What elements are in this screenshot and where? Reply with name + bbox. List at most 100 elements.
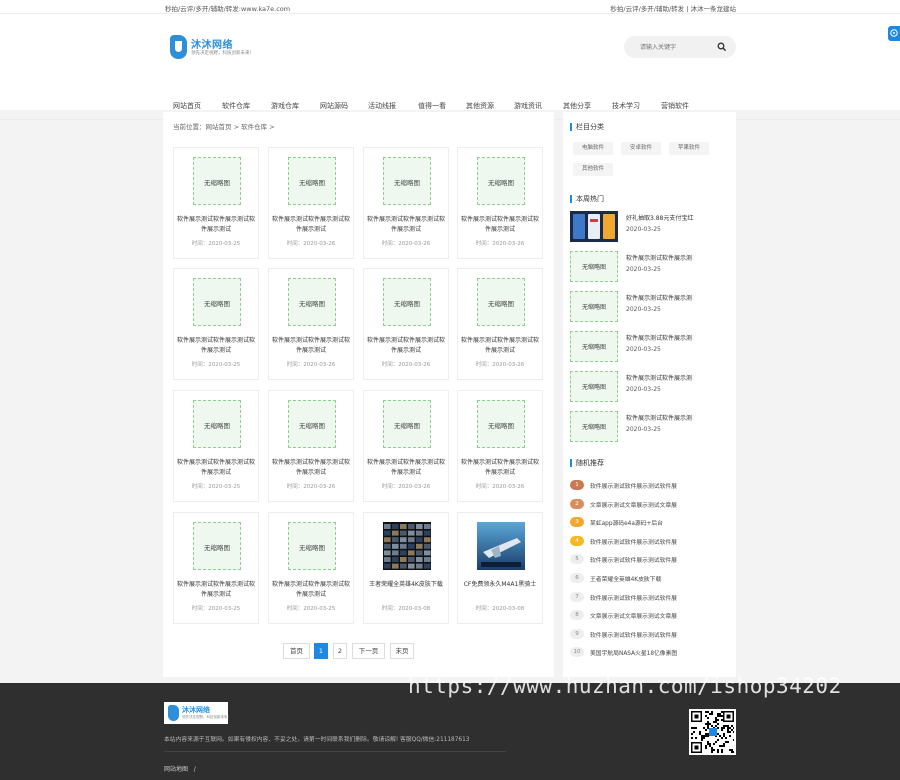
nav-item[interactable]: 活动线报 [368, 101, 396, 111]
no-thumbnail-placeholder[interactable]: 无缩略图 [477, 278, 525, 326]
card-title[interactable]: 软件展示测试软件展示测试软件展示测试 [272, 580, 350, 600]
software-card[interactable]: 无缩略图 软件展示测试软件展示测试软件展示测试 时间：2020-03-26 [363, 268, 449, 380]
software-card[interactable]: 无缩略图 软件展示测试软件展示测试软件展示测试 时间：2020-03-26 [268, 390, 354, 502]
page-2-button[interactable]: 2 [333, 643, 347, 659]
hot-item[interactable]: 无缩略图 软件展示测试软件展示测 2020-03-25 [570, 411, 730, 447]
random-item[interactable]: 5 软件展示测试软件展示测试软件展 [570, 554, 730, 568]
nav-item[interactable]: 其他分享 [563, 101, 591, 111]
random-item-title[interactable]: 某虹app源码e4a源码+后台 [590, 518, 663, 527]
random-item-title[interactable]: 软件展示测试软件展示测试软件展 [590, 630, 677, 639]
random-item-title[interactable]: 文章展示测试文章展示测试文章展 [590, 500, 677, 509]
no-thumbnail-placeholder[interactable]: 无缩略图 [193, 157, 241, 205]
random-item-title[interactable]: 王者荣耀全英雄4K皮肤下载 [590, 574, 661, 583]
breadcrumb-current[interactable]: 软件仓库 [241, 123, 267, 131]
hot-item[interactable]: 无缩略图 软件展示测试软件展示测 2020-03-25 [570, 371, 730, 407]
random-item[interactable]: 7 软件展示测试软件展示测试软件展 [570, 591, 730, 606]
no-thumbnail-placeholder[interactable]: 无缩略图 [193, 522, 241, 570]
software-card[interactable]: 无缩略图 软件展示测试软件展示测试软件展示测试 时间：2020-03-25 [173, 390, 259, 502]
no-thumbnail-placeholder[interactable]: 无缩略图 [288, 400, 336, 448]
random-item-title[interactable]: 文章展示测试文章展示测试文章展 [590, 611, 677, 620]
card-title[interactable]: 软件展示测试软件展示测试软件展示测试 [272, 336, 350, 356]
software-card[interactable]: 无缩略图 软件展示测试软件展示测试软件展示测试 时间：2020-03-26 [268, 147, 354, 259]
card-thumbnail-image[interactable] [477, 522, 525, 570]
hot-item[interactable]: 无缩略图 软件展示测试软件展示测 2020-03-25 [570, 251, 730, 287]
software-card[interactable]: 无缩略图 软件展示测试软件展示测试软件展示测试 时间：2020-03-26 [363, 147, 449, 259]
nav-item[interactable]: 其他资源 [466, 101, 494, 111]
hot-item[interactable]: 好礼抽取3.88元支付宝红 2020-03-25 [570, 211, 730, 247]
page-1-button[interactable]: 1 [314, 643, 328, 659]
software-card[interactable]: 无缩略图 软件展示测试软件展示测试软件展示测试 时间：2020-03-26 [268, 268, 354, 380]
no-thumbnail-placeholder[interactable]: 无缩略图 [288, 278, 336, 326]
category-tag[interactable]: 其他软件 [573, 163, 614, 176]
random-item-title[interactable]: 软件展示测试软件展示测试软件展 [590, 593, 677, 602]
sitemap-link[interactable]: 网站地图 [164, 766, 188, 773]
category-tag[interactable]: 电脑软件 [573, 142, 614, 155]
hot-item-title[interactable]: 软件展示测试软件展示测 [626, 373, 726, 382]
nav-item[interactable]: 游戏资讯 [514, 101, 542, 111]
random-item-title[interactable]: 美国宇航局NASA火星18亿像素图 [590, 648, 677, 657]
nav-item[interactable]: 营销软件 [661, 101, 689, 111]
software-card[interactable]: 无缩略图 软件展示测试软件展示测试软件展示测试 时间：2020-03-25 [173, 268, 259, 380]
random-item[interactable]: 4 软件展示测试软件展示测试软件展 [570, 535, 730, 550]
card-title[interactable]: 软件展示测试软件展示测试软件展示测试 [367, 336, 445, 356]
no-thumbnail-placeholder[interactable]: 无缩略图 [383, 157, 431, 205]
hot-item-image[interactable] [570, 211, 618, 242]
software-card[interactable]: 无缩略图 软件展示测试软件展示测试软件展示测试 时间：2020-03-25 [173, 147, 259, 259]
float-chat-button[interactable] [888, 26, 900, 41]
no-thumbnail-placeholder[interactable]: 无缩略图 [383, 400, 431, 448]
search-input[interactable] [640, 40, 718, 54]
random-item-title[interactable]: 软件展示测试软件展示测试软件展 [590, 537, 677, 546]
no-thumbnail-placeholder[interactable]: 无缩略图 [193, 400, 241, 448]
hot-item-title[interactable]: 软件展示测试软件展示测 [626, 333, 726, 342]
card-title[interactable]: 软件展示测试软件展示测试软件展示测试 [177, 458, 255, 478]
no-thumbnail-placeholder[interactable]: 无缩略图 [288, 522, 336, 570]
card-title[interactable]: 软件展示测试软件展示测试软件展示测试 [461, 336, 539, 356]
page-next-button[interactable]: 下一页 [352, 643, 385, 659]
top-bar-left-text[interactable]: 秒拍/云评/多开/辅助/转发:www.ka7e.com [165, 3, 290, 13]
breadcrumb-home[interactable]: 网站首页 [206, 123, 232, 131]
category-tag[interactable]: 安卓软件 [621, 142, 662, 155]
nav-item[interactable]: 值得一看 [418, 101, 446, 111]
card-title[interactable]: 王者荣耀全英雄4K皮肤下载 [367, 580, 445, 590]
nav-item[interactable]: 软件仓库 [222, 101, 250, 111]
nav-item[interactable]: 技术学习 [612, 101, 640, 111]
hot-item-title[interactable]: 好礼抽取3.88元支付宝红 [626, 213, 726, 222]
hot-item-title[interactable]: 软件展示测试软件展示测 [626, 253, 726, 262]
no-thumbnail-placeholder[interactable]: 无缩略图 [383, 278, 431, 326]
software-card[interactable]: 无缩略图 软件展示测试软件展示测试软件展示测试 时间：2020-03-26 [363, 390, 449, 502]
software-card[interactable]: 无缩略图 软件展示测试软件展示测试软件展示测试 时间：2020-03-26 [457, 147, 543, 259]
software-card[interactable]: 无缩略图 软件展示测试软件展示测试软件展示测试 时间：2020-03-25 [268, 512, 354, 624]
card-title[interactable]: 软件展示测试软件展示测试软件展示测试 [177, 215, 255, 235]
random-item[interactable]: 3 某虹app源码e4a源码+后台 [570, 517, 730, 531]
random-item-title[interactable]: 软件展示测试软件展示测试软件展 [590, 481, 677, 490]
page-first-button[interactable]: 首页 [283, 643, 310, 659]
hot-item[interactable]: 无缩略图 软件展示测试软件展示测 2020-03-25 [570, 331, 730, 367]
random-item-title[interactable]: 软件展示测试软件展示测试软件展 [590, 555, 677, 564]
random-item[interactable]: 9 软件展示测试软件展示测试软件展 [570, 628, 730, 643]
page-last-button[interactable]: 末页 [390, 643, 414, 659]
search-icon[interactable] [717, 42, 727, 52]
random-item[interactable]: 2 文章展示测试文章展示测试文章展 [570, 498, 730, 513]
random-item[interactable]: 10 美国宇航局NASA火星18亿像素图 [570, 647, 730, 661]
no-thumbnail-placeholder[interactable]: 无缩略图 [477, 157, 525, 205]
software-card[interactable]: 王者荣耀全英雄4K皮肤下载 时间：2020-03-08 [363, 512, 449, 624]
no-thumbnail-placeholder[interactable]: 无缩略图 [570, 251, 618, 282]
card-title[interactable]: 软件展示测试软件展示测试软件展示测试 [367, 215, 445, 235]
card-title[interactable]: 软件展示测试软件展示测试软件展示测试 [272, 458, 350, 478]
nav-item[interactable]: 游戏仓库 [271, 101, 299, 111]
site-logo[interactable]: 沐沐网络 领先决定视野，科技创新未来！ [170, 35, 254, 61]
software-card[interactable]: CF免费领永久M4A1黑骑士 时间：2020-03-08 [457, 512, 543, 624]
no-thumbnail-placeholder[interactable]: 无缩略图 [570, 411, 618, 442]
card-title[interactable]: 软件展示测试软件展示测试软件展示测试 [177, 336, 255, 356]
hot-item-title[interactable]: 软件展示测试软件展示测 [626, 293, 726, 302]
no-thumbnail-placeholder[interactable]: 无缩略图 [570, 371, 618, 402]
random-item[interactable]: 6 王者荣耀全英雄4K皮肤下载 [570, 573, 730, 587]
random-item[interactable]: 8 文章展示测试文章展示测试文章展 [570, 610, 730, 624]
hot-item-title[interactable]: 软件展示测试软件展示测 [626, 413, 726, 422]
no-thumbnail-placeholder[interactable]: 无缩略图 [570, 291, 618, 322]
hot-item[interactable]: 无缩略图 软件展示测试软件展示测 2020-03-25 [570, 291, 730, 327]
software-card[interactable]: 无缩略图 软件展示测试软件展示测试软件展示测试 时间：2020-03-25 [173, 512, 259, 624]
card-title[interactable]: CF免费领永久M4A1黑骑士 [461, 580, 539, 590]
random-item[interactable]: 1 软件展示测试软件展示测试软件展 [570, 480, 730, 494]
no-thumbnail-placeholder[interactable]: 无缩略图 [193, 278, 241, 326]
